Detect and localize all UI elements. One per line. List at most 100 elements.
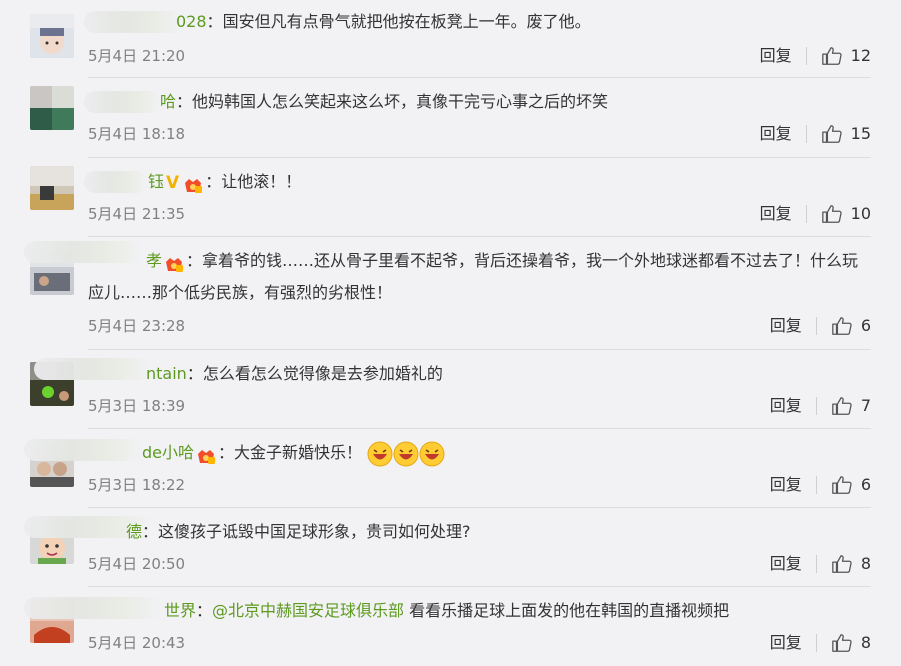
thumbs-up-icon	[832, 634, 852, 652]
avatar[interactable]	[30, 86, 74, 130]
comment-time: 5月4日 21:35	[88, 205, 186, 223]
like-count: 8	[860, 554, 871, 573]
username[interactable]: 孝	[146, 251, 162, 270]
comment-text: 这傻孩子诋毁中国足球形象，贵司如何处理?	[158, 522, 471, 541]
thumbs-up-icon	[832, 555, 852, 573]
comment-time: 5月4日 21:20	[88, 47, 186, 65]
comment-time: 5月4日 20:50	[88, 555, 186, 573]
comment-body: ntain：怎么看怎么觉得像是去参加婚礼的	[146, 364, 443, 383]
comment-text: 国安但凡有点骨气就把他按在板凳上一年。废了他。	[222, 12, 591, 31]
comment-actions: 回复 8	[770, 631, 871, 655]
vip-badge-icon	[196, 445, 216, 464]
like-count: 12	[850, 46, 871, 65]
comment-actions: 回复 7	[770, 394, 871, 418]
comment-body: 哈：他妈韩国人怎么笑起来这么坏，真像干完亏心事之后的坏笑	[160, 92, 609, 111]
reply-button[interactable]: 回复	[770, 473, 802, 497]
comment-text: 他妈韩国人怎么笑起来这么坏，真像干完亏心事之后的坏笑	[192, 92, 609, 111]
action-divider	[815, 317, 817, 335]
comment-item: 孝：拿着爷的钱……还从骨子里看不起爷，背后还操着爷，我一个外地球迷都看不过去了！…	[0, 237, 901, 350]
comment-actions: 回复 6	[770, 314, 871, 338]
comment-meta: 5月4日 21:20 回复 12	[88, 44, 871, 68]
comment-meta: 5月3日 18:22 回复 6	[88, 473, 871, 497]
reply-button[interactable]: 回复	[760, 122, 792, 146]
comment-actions: 回复 6	[770, 473, 871, 497]
like-button[interactable]: 10	[821, 202, 871, 226]
action-divider	[805, 125, 807, 143]
comment-body: de小哈 ：大金子新婚快乐！	[88, 437, 871, 469]
thumbs-up-icon	[832, 397, 852, 415]
username[interactable]: 钰	[148, 172, 164, 191]
comment-actions: 回复 8	[770, 552, 871, 576]
comment-meta: 5月4日 20:43 回复 8	[88, 631, 871, 655]
like-button[interactable]: 12	[821, 44, 871, 68]
like-count: 6	[860, 475, 871, 494]
comment-actions: 回复 15	[760, 122, 871, 146]
comment-text: 拿着爷的钱……还从骨子里看不起爷，背后还操着爷，我一个外地球迷都看不过去了！什么…	[88, 251, 859, 302]
thumbs-up-icon	[821, 205, 842, 223]
comment-item: 钰 V ：让他滚！！ 5月4日 21:35 回复 10	[0, 158, 901, 237]
comment-time: 5月4日 20:43	[88, 634, 186, 652]
comment-item: 德：这傻孩子诋毁中国足球形象，贵司如何处理? 5月4日 20:50 回复 8	[0, 508, 901, 587]
username[interactable]: 哈	[160, 92, 176, 111]
comment-item: de小哈 ：大金子新婚快乐！ 5月3日 18:22 回复 6	[0, 429, 901, 508]
username[interactable]: 028	[176, 12, 207, 31]
comment-item: 世界：@北京中赫国安足球俱乐部 看看乐播足球上面发的他在韩国的直播视频把 5月4…	[0, 587, 901, 666]
username[interactable]: 世界	[164, 601, 196, 620]
like-button[interactable]: 15	[821, 122, 871, 146]
comment-meta: 5月3日 18:39 回复 7	[88, 394, 871, 418]
reply-button[interactable]: 回复	[760, 202, 792, 226]
comment-meta: 5月4日 20:50 回复 8	[88, 552, 871, 576]
action-divider	[815, 555, 817, 573]
avatar[interactable]	[30, 14, 74, 58]
username[interactable]: de小哈	[142, 443, 194, 462]
comment-body: 孝：拿着爷的钱……还从骨子里看不起爷，背后还操着爷，我一个外地球迷都看不过去了！…	[88, 251, 859, 302]
vip-badge-icon	[183, 174, 203, 193]
comment-meta: 5月4日 18:18 回复 15	[88, 122, 871, 146]
comment-body: 德：这傻孩子诋毁中国足球形象，贵司如何处理?	[126, 522, 471, 541]
thumbs-up-icon	[821, 47, 842, 65]
like-count: 7	[860, 396, 871, 415]
action-divider	[815, 476, 817, 494]
mention-link[interactable]: @北京中赫国安足球俱乐部	[212, 601, 404, 620]
comment-text: 看看乐播足球上面发的他在韩国的直播视频把	[409, 601, 730, 620]
like-count: 10	[850, 204, 871, 223]
avatar[interactable]	[30, 166, 74, 210]
comment-actions: 回复 12	[760, 44, 871, 68]
comment-time: 5月4日 23:28	[88, 317, 186, 335]
like-button[interactable]: 7	[831, 394, 871, 418]
reply-button[interactable]: 回复	[770, 314, 802, 338]
comment-body: 世界：@北京中赫国安足球俱乐部 看看乐播足球上面发的他在韩国的直播视频把	[164, 601, 730, 620]
laughing-emoji-icon	[419, 441, 445, 467]
laughing-emoji-icon	[393, 441, 419, 467]
like-count: 8	[860, 633, 871, 652]
comment-meta: 5月4日 21:35 回复 10	[88, 202, 871, 226]
action-divider	[805, 47, 807, 65]
comment-item: ntain：怎么看怎么觉得像是去参加婚礼的 5月3日 18:39 回复 7	[0, 350, 901, 429]
username[interactable]: ntain	[146, 364, 187, 383]
reply-button[interactable]: 回复	[760, 44, 792, 68]
like-button[interactable]: 6	[831, 314, 871, 338]
like-button[interactable]: 6	[831, 473, 871, 497]
reply-button[interactable]: 回复	[770, 394, 802, 418]
verified-v-icon: V	[166, 172, 180, 193]
action-divider	[815, 397, 817, 415]
comment-time: 5月4日 18:18	[88, 125, 186, 143]
comment-time: 5月3日 18:22	[88, 476, 186, 494]
comment-text: 怎么看怎么觉得像是去参加婚礼的	[202, 364, 443, 383]
thumbs-up-icon	[832, 317, 852, 335]
comment-meta: 5月4日 23:28 回复 6	[88, 314, 871, 338]
vip-badge-icon	[164, 253, 184, 272]
reply-button[interactable]: 回复	[770, 631, 802, 655]
username[interactable]: 德	[126, 522, 142, 541]
comment-body: 钰 V ：让他滚！！	[88, 166, 871, 199]
thumbs-up-icon	[832, 476, 852, 494]
thumbs-up-icon	[821, 125, 842, 143]
reply-button[interactable]: 回复	[770, 552, 802, 576]
comment-item: 028：国安但凡有点骨气就把他按在板凳上一年。废了他。 5月4日 21:20 回…	[0, 0, 901, 78]
action-divider	[805, 205, 807, 223]
laughing-emoji-icon	[367, 441, 393, 467]
like-button[interactable]: 8	[831, 552, 871, 576]
like-button[interactable]: 8	[831, 631, 871, 655]
comment-body: 028：国安但凡有点骨气就把他按在板凳上一年。废了他。	[176, 12, 591, 31]
comment-text: 让他滚！！	[221, 172, 302, 191]
